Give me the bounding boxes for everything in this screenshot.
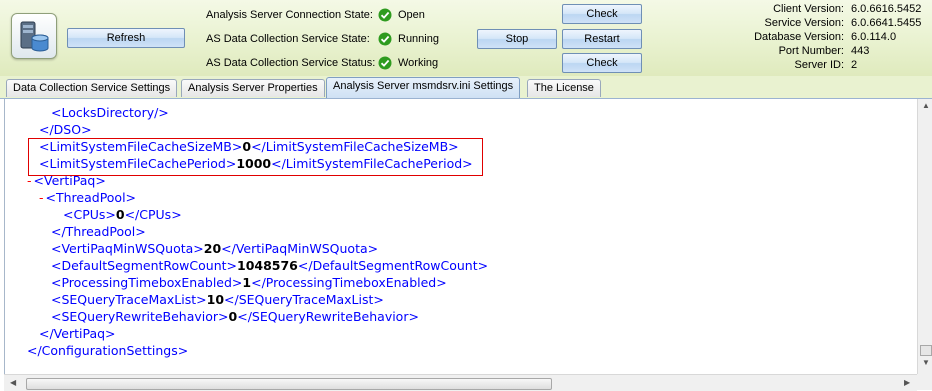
xml-tag: <CPUs>	[63, 207, 116, 222]
xml-tag: <LocksDirectory/>	[51, 105, 169, 120]
port-number-value: 443	[851, 45, 870, 57]
xml-value: 10	[206, 292, 225, 307]
server-database-icon	[11, 13, 57, 59]
xml-line: <SEQueryTraceMaxList>10</SEQueryTraceMax…	[51, 291, 384, 308]
scroll-left-icon[interactable]: ◀	[10, 378, 16, 387]
scroll-up-icon[interactable]: ▲	[922, 101, 930, 110]
xml-tag: </SEQueryRewriteBehavior>	[237, 309, 419, 324]
xml-tag: <ProcessingTimeboxEnabled>	[51, 275, 243, 290]
toolbar: Refresh Analysis Server Connection State…	[0, 0, 932, 76]
scrollbar-corner	[917, 374, 932, 390]
xml-line: <CPUs>0</CPUs>	[63, 206, 182, 223]
xml-line[interactable]: - <ThreadPool>	[39, 189, 136, 206]
tab-data-collection-service-settings[interactable]: Data Collection Service Settings	[6, 79, 178, 97]
xml-tag: <DefaultSegmentRowCount>	[51, 258, 237, 273]
xml-tag: </SEQueryTraceMaxList>	[224, 292, 384, 307]
service-status-label: AS Data Collection Service Status:	[206, 57, 376, 69]
collapse-marker[interactable]: -	[39, 190, 44, 205]
xml-tag: </VertiPaq>	[39, 326, 116, 341]
xml-line: <SEQueryRewriteBehavior>0</SEQueryRewrit…	[51, 308, 419, 325]
service-status-value: Working	[398, 57, 439, 69]
xml-tag: <SEQueryRewriteBehavior>	[51, 309, 229, 324]
xml-line: </ConfigurationSettings>	[27, 342, 188, 359]
xml-tag: </ConfigurationSettings>	[27, 343, 189, 358]
client-version-label: Client Version:	[773, 3, 844, 15]
server-id-value: 2	[851, 59, 858, 71]
vertical-scrollbar[interactable]: ▲ ▼	[917, 99, 932, 374]
xml-value: 0	[228, 309, 238, 324]
refresh-button[interactable]: Refresh	[67, 28, 185, 48]
xml-line: <VertiPaqMinWSQuota>20</VertiPaqMinWSQuo…	[51, 240, 378, 257]
service-version-value: 6.0.6641.5455	[851, 17, 922, 29]
connection-state-label: Analysis Server Connection State:	[206, 9, 373, 21]
check-connection-button[interactable]: Check	[562, 4, 642, 24]
connection-state-value: Open	[398, 9, 425, 21]
horizontal-scrollbar[interactable]: ◀ ▶	[4, 374, 917, 391]
service-version-label: Service Version:	[764, 17, 844, 29]
xml-line: </ThreadPool>	[51, 223, 146, 240]
service-state-label: AS Data Collection Service State:	[206, 33, 370, 45]
xml-tag: <ThreadPool>	[45, 190, 137, 205]
service-state-ok-icon	[378, 32, 392, 46]
xml-tag: <SEQueryTraceMaxList>	[51, 292, 207, 307]
database-version-label: Database Version:	[754, 31, 844, 43]
xml-line: <ProcessingTimeboxEnabled>1</ProcessingT…	[51, 274, 447, 291]
tab-the-license[interactable]: The License	[527, 79, 601, 97]
xml-value: 1	[242, 275, 252, 290]
xml-tag: <VertiPaqMinWSQuota>	[51, 241, 204, 256]
service-state-value: Running	[398, 33, 439, 45]
xml-tag: </ProcessingTimeboxEnabled>	[251, 275, 447, 290]
xml-value: 1048576	[237, 258, 298, 273]
scroll-right-icon[interactable]: ▶	[904, 378, 910, 387]
xml-value: 0	[115, 207, 125, 222]
server-id-label: Server ID:	[794, 59, 844, 71]
xml-line: </VertiPaq>	[39, 325, 116, 342]
xml-line: </DSO>	[39, 121, 92, 138]
tab-msmdsrv-ini-settings[interactable]: Analysis Server msmdsrv.ini Settings	[326, 77, 521, 98]
xml-tag: </ThreadPool>	[51, 224, 146, 239]
connection-ok-icon	[378, 8, 392, 22]
xml-tag: </VertiPaqMinWSQuota>	[221, 241, 379, 256]
client-version-value: 6.0.6616.5452	[851, 3, 922, 15]
xml-tag: </DSO>	[39, 122, 92, 137]
xml-line: <DefaultSegmentRowCount>1048576</Default…	[51, 257, 488, 274]
horizontal-scroll-thumb[interactable]	[26, 378, 552, 390]
scroll-down-icon[interactable]: ▼	[922, 358, 930, 367]
tab-analysis-server-properties[interactable]: Analysis Server Properties	[181, 79, 325, 97]
xml-tag: </CPUs>	[124, 207, 182, 222]
check-status-button[interactable]: Check	[562, 53, 642, 73]
database-version-value: 6.0.114.0	[851, 31, 897, 43]
stop-button[interactable]: Stop	[477, 29, 557, 49]
vertical-scroll-thumb[interactable]	[920, 345, 932, 356]
port-number-label: Port Number:	[778, 45, 844, 57]
xml-tag: </DefaultSegmentRowCount>	[297, 258, 489, 273]
service-status-ok-icon	[378, 56, 392, 70]
restart-button[interactable]: Restart	[562, 29, 642, 49]
highlight-box	[28, 138, 483, 176]
xml-line: <LocksDirectory/>	[51, 104, 169, 121]
xml-value: 20	[203, 241, 222, 256]
